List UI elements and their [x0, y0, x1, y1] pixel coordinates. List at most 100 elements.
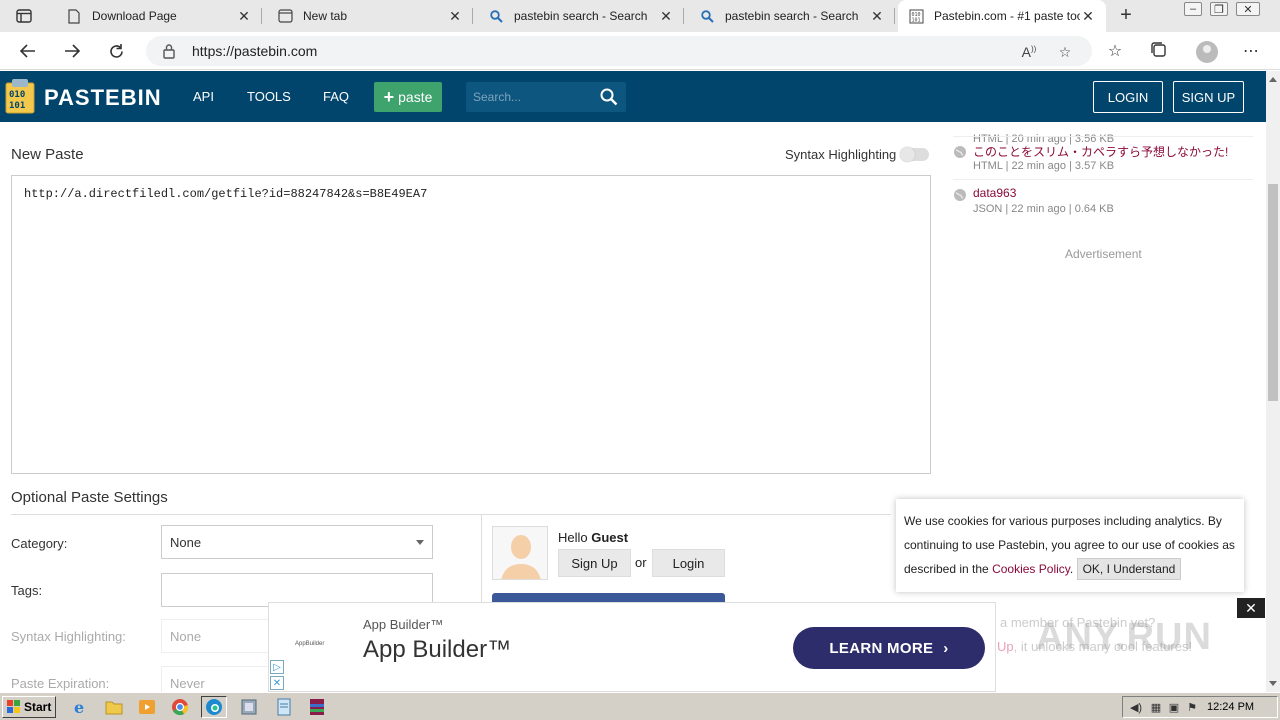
ad-close-small-icon[interactable]: ✕ — [270, 676, 284, 690]
notepad-icon[interactable] — [275, 698, 293, 716]
tab-new-tab[interactable]: New tab ✕ — [267, 0, 473, 32]
signup-button[interactable]: SIGN UP — [1173, 81, 1244, 113]
hello-text: Hello — [558, 530, 588, 545]
minimize-icon[interactable]: – — [1184, 2, 1202, 16]
browser-toolbar: https://pastebin.com A)) ☆ ☆ ⋯ — [0, 32, 1280, 70]
tab-close-icon[interactable]: ✕ — [447, 8, 463, 25]
flag-icon[interactable]: ⚑ — [1185, 701, 1199, 715]
expiration-label: Paste Expiration: — [11, 676, 110, 691]
site-logo-text[interactable]: PASTEBIN — [44, 85, 162, 111]
category-select[interactable]: None — [161, 525, 433, 559]
tab-title: pastebin search - Search — [514, 9, 648, 23]
add-favorite-icon[interactable]: ☆ — [1056, 44, 1074, 62]
restore-icon[interactable]: ❐ — [1210, 2, 1228, 16]
paste-meta: HTML | 22 min ago | 3.57 KB — [973, 160, 1115, 172]
scrollbar-thumb[interactable] — [1268, 184, 1278, 401]
start-button[interactable]: Start — [2, 696, 56, 718]
optional-settings-heading: Optional Paste Settings — [11, 489, 168, 506]
tab-close-icon[interactable]: ✕ — [1080, 8, 1096, 25]
svg-text:101: 101 — [9, 101, 25, 111]
nav-faq[interactable]: FAQ — [323, 89, 349, 104]
adchoices-icon[interactable]: ▷ — [270, 660, 284, 674]
system-tray: ◀) ▦ ▣ ⚑ 12:24 PM — [1122, 696, 1278, 718]
page-icon — [66, 8, 82, 24]
new-paste-button[interactable]: + paste — [374, 82, 442, 112]
syntax-highlighting-toggle[interactable] — [900, 147, 929, 162]
windows-taskbar: Start e ◀) ▦ ▣ ⚑ 12:24 PM — [0, 692, 1280, 720]
search-icon — [699, 8, 715, 24]
tab-close-icon[interactable]: ✕ — [236, 8, 252, 25]
bottom-ad-banner[interactable]: AppBuilder App Builder™ App Builder™ LEA… — [268, 602, 996, 692]
divider — [11, 514, 891, 515]
member-signup-link[interactable]: Up — [997, 639, 1014, 654]
forward-icon[interactable] — [60, 39, 84, 63]
search-input[interactable] — [466, 82, 596, 112]
nav-api[interactable]: API — [193, 89, 214, 104]
refresh-icon[interactable] — [104, 39, 128, 63]
clock: 12:24 PM — [1207, 701, 1255, 713]
guest-avatar — [492, 526, 548, 580]
windows-flag-icon — [7, 700, 21, 714]
volume-icon[interactable]: ◀) — [1129, 701, 1143, 715]
paste-title-link[interactable]: このことをスリム・カペラすら予想しなかった! — [973, 143, 1228, 160]
address-bar[interactable]: https://pastebin.com A)) ☆ — [146, 36, 1092, 66]
url-text[interactable]: https://pastebin.com — [192, 43, 317, 59]
login-button[interactable]: LOGIN — [1093, 81, 1163, 113]
scroll-up-arrow-icon[interactable] — [1269, 77, 1277, 82]
page-scrollbar[interactable] — [1266, 71, 1280, 692]
plus-icon: + — [383, 86, 395, 107]
tab-title: Pastebin.com - #1 paste tool — [934, 9, 1080, 23]
svg-text:e: e — [74, 698, 84, 716]
lock-icon[interactable] — [162, 43, 178, 59]
program-icon[interactable] — [240, 698, 258, 716]
tab-pastebin[interactable]: 010 101 Pastebin.com - #1 paste tool ✕ — [898, 0, 1106, 32]
nav-tools[interactable]: TOOLS — [247, 89, 291, 104]
read-aloud-icon[interactable]: A)) — [1020, 44, 1038, 62]
tab-actions-icon[interactable] — [10, 6, 38, 26]
expiration-value: Never — [170, 676, 205, 691]
browser-tab-strip: Download Page ✕ New tab ✕ pastebin searc… — [0, 0, 1280, 32]
pastebin-favicon-icon: 010 101 — [908, 8, 924, 24]
edge-icon[interactable] — [201, 696, 227, 718]
folder-icon[interactable] — [105, 698, 123, 716]
window-close-icon[interactable]: ✕ — [1236, 2, 1260, 16]
security-icon[interactable]: ▣ — [1167, 701, 1181, 715]
media-player-icon[interactable] — [138, 698, 156, 716]
tab-close-icon[interactable]: ✕ — [658, 8, 674, 25]
paste-title-link[interactable]: data963 — [973, 186, 1016, 200]
chrome-icon[interactable] — [171, 698, 189, 716]
start-label: Start — [24, 700, 52, 714]
ad-brand-big: App Builder™ — [363, 636, 512, 663]
more-options-icon[interactable]: ⋯ — [1240, 41, 1262, 63]
dropdown-arrow-icon — [416, 540, 424, 545]
paste-textarea[interactable]: http://a.directfiledl.com/getfile?id=882… — [11, 175, 931, 474]
guest-login-button[interactable]: Login — [652, 549, 725, 577]
tab-search-2[interactable]: pastebin search - Search ✕ — [689, 0, 895, 32]
tags-label: Tags: — [11, 583, 43, 598]
ad-learn-more-button[interactable]: LEARN MORE › — [793, 627, 985, 669]
tab-search-1[interactable]: pastebin search - Search ✕ — [478, 0, 684, 32]
favorites-icon[interactable]: ☆ — [1104, 41, 1126, 63]
cookies-policy-link[interactable]: Cookies Policy — [992, 562, 1070, 576]
new-tab-button[interactable]: + — [1114, 4, 1138, 28]
globe-icon — [953, 188, 967, 202]
tab-close-icon[interactable]: ✕ — [869, 8, 885, 25]
network-icon[interactable]: ▦ — [1149, 701, 1163, 715]
divider — [953, 179, 1253, 180]
cookie-accept-button[interactable]: OK, I Understand — [1076, 558, 1182, 580]
profile-avatar[interactable] — [1196, 41, 1218, 63]
back-icon[interactable] — [16, 39, 40, 63]
tab-download-page[interactable]: Download Page ✕ — [56, 0, 262, 32]
syntax-value: None — [170, 629, 202, 644]
pastebin-logo-icon[interactable]: 010 101 — [4, 77, 38, 115]
scroll-down-arrow-icon[interactable] — [1269, 681, 1277, 686]
paste-button-label: paste — [398, 89, 433, 105]
winrar-icon[interactable] — [308, 698, 326, 716]
collections-icon[interactable] — [1148, 41, 1170, 63]
ie-icon[interactable]: e — [72, 698, 90, 717]
search-icon[interactable] — [600, 88, 618, 106]
guest-signup-button[interactable]: Sign Up — [558, 549, 631, 577]
cookie-period: . — [1069, 562, 1074, 576]
ad-close-icon[interactable]: ✕ — [1237, 598, 1265, 618]
or-text: or — [635, 555, 647, 570]
